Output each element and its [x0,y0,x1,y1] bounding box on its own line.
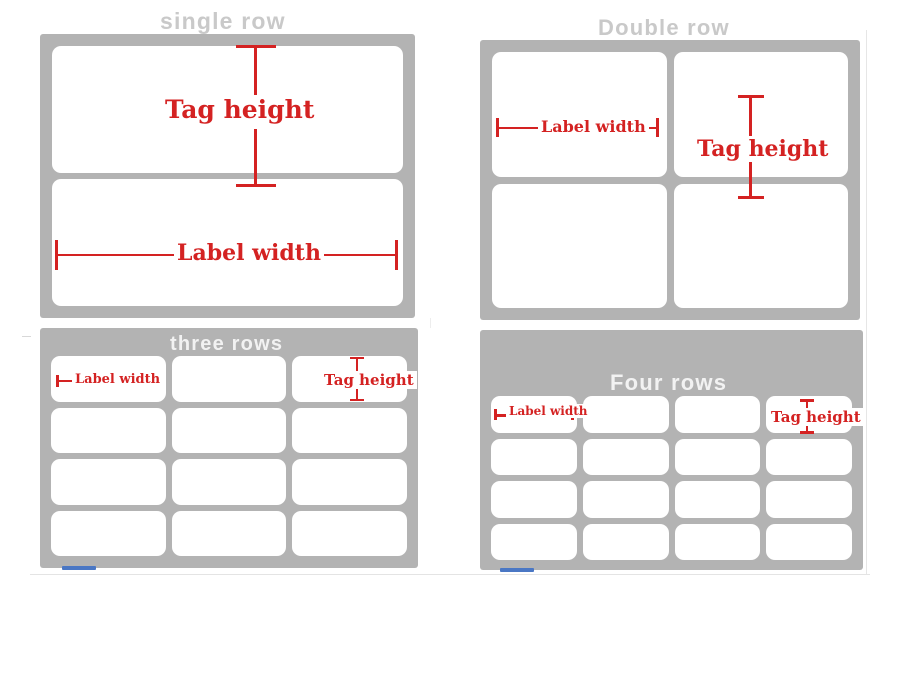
label-grid-double-row [492,52,848,308]
tag-height-annotation: Tag height [768,408,864,426]
label-cell[interactable] [582,481,669,518]
label-cell[interactable] [674,523,761,560]
tag-height-line-upper [356,357,358,371]
panel-single-row: Tag height Label width [40,34,415,318]
label-cell[interactable] [766,438,852,475]
tag-height-line-upper [749,95,752,138]
tag-height-cap-bottom [800,431,814,434]
tag-height-cap-bottom [738,196,764,199]
tag-height-cap-bottom [350,399,364,401]
panel-three-rows: three rows Label width Tag height [40,328,418,570]
label-cell[interactable] [766,523,852,560]
page-frame-mid-divider [430,318,431,328]
page-frame-bottom-edge [30,574,870,575]
label-cell[interactable] [171,459,287,505]
label-width-line-left [55,254,180,256]
label-cell[interactable] [51,407,166,453]
panel-title-single-row: single row [160,8,286,34]
label-width-annotation: Label width [538,117,649,136]
tag-height-annotation: Tag height [694,136,832,162]
panel-title-three-rows: three rows [170,333,284,355]
tag-height-annotation: Tag height [321,371,417,389]
label-cell[interactable] [491,481,577,518]
diagram-canvas: single row Tag height Label width Double… [0,0,900,675]
label-cell[interactable] [582,523,669,560]
scroll-nub[interactable] [500,568,534,572]
label-width-annotation: Label width [174,240,324,266]
page-frame-right-edge [866,30,867,575]
label-width-annotation: Label width [72,372,164,387]
scroll-nub[interactable] [62,566,96,570]
label-width-cap-right [656,118,659,137]
panel-title-four-rows: Four rows [610,370,728,395]
label-cell[interactable] [582,438,669,475]
label-cell[interactable] [673,183,848,308]
label-cell[interactable] [171,356,287,402]
label-cell[interactable] [51,510,166,556]
tag-height-annotation: Tag height [162,95,318,124]
label-cell[interactable] [171,407,287,453]
label-grid-single-row [52,46,403,306]
label-cell[interactable] [674,481,761,518]
label-cell[interactable] [766,481,852,518]
label-cell[interactable] [491,438,577,475]
label-cell[interactable] [492,52,667,177]
panel-four-rows: Four rows Label width Tag height [480,330,864,572]
label-cell[interactable] [674,438,761,475]
label-width-cap-right [395,240,398,270]
label-cell[interactable] [491,523,577,560]
tag-height-line-lower [254,129,257,187]
label-cell[interactable] [292,459,407,505]
label-cell[interactable] [492,183,667,308]
panel-title-double-row: Double row [598,15,730,40]
tag-height-cap-bottom [236,184,276,187]
label-cell[interactable] [582,396,669,433]
label-width-line-left [56,380,72,382]
label-cell[interactable] [51,459,166,505]
label-cell[interactable] [674,396,761,433]
label-cell[interactable] [292,407,407,453]
panel-double-row: Label width Tag height [480,40,860,320]
tag-height-line-lower [749,162,752,199]
label-width-annotation: Label width [506,404,591,418]
label-width-line-left [496,127,538,129]
label-cell[interactable] [171,510,287,556]
page-frame-left-tick [22,336,31,337]
label-cell[interactable] [292,510,407,556]
